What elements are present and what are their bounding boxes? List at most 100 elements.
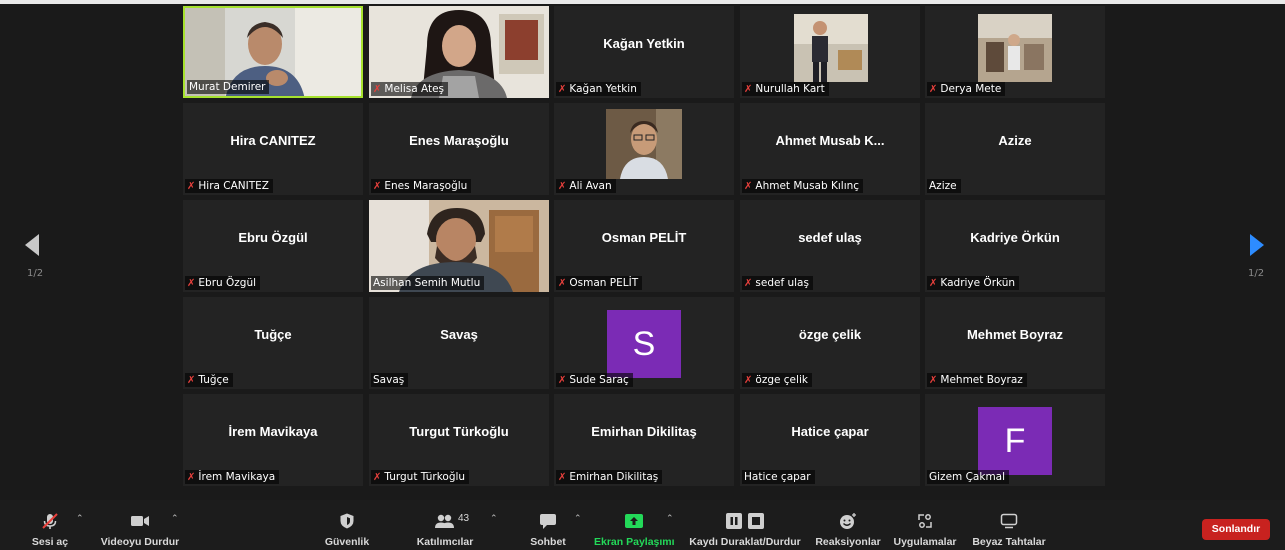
participant-tile[interactable]: Savaş Savaş xyxy=(369,297,549,389)
pause-stop-icon xyxy=(726,513,764,529)
smiley-icon xyxy=(840,513,856,529)
participant-label: Kağan Yetkin xyxy=(569,83,637,95)
participant-label: Azize xyxy=(929,180,957,192)
share-options-chevron-icon[interactable]: ⌃ xyxy=(666,514,674,524)
chat-label: Sohbet xyxy=(530,536,566,548)
end-meeting-button[interactable]: Sonlandır xyxy=(1202,519,1270,540)
muted-mic-icon: ✗ xyxy=(187,181,196,192)
chat-bubble-icon xyxy=(540,514,556,529)
muted-mic-icon: ✗ xyxy=(558,181,567,192)
reactions-label: Reaksiyonlar xyxy=(815,536,881,548)
participant-name: Kadriye Örkün xyxy=(970,230,1060,245)
participant-tile[interactable]: Azize Azize xyxy=(925,103,1105,195)
participant-label: Hatice çapar xyxy=(744,471,811,483)
participant-label: İrem Mavikaya xyxy=(198,471,276,483)
participant-tile[interactable]: Hira CANITEZ ✗ Hira CANITEZ xyxy=(183,103,363,195)
muted-mic-icon: ✗ xyxy=(373,472,382,483)
participant-tile[interactable]: Turgut Türkoğlu ✗ Turgut Türkoğlu xyxy=(369,394,549,486)
audio-options-chevron-icon[interactable]: ⌃ xyxy=(76,514,84,524)
participant-tile[interactable]: Mehmet Boyraz ✗ Mehmet Boyraz xyxy=(925,297,1105,389)
participant-tile[interactable]: özge çelik ✗ özge çelik xyxy=(740,297,920,389)
page-indicator-left: 1/2 xyxy=(27,268,44,279)
muted-mic-icon: ✗ xyxy=(558,278,567,289)
muted-mic-icon: ✗ xyxy=(187,472,196,483)
participant-name: Mehmet Boyraz xyxy=(966,327,1064,342)
participant-video xyxy=(606,109,682,179)
participant-label: Ali Avan xyxy=(569,180,612,192)
participant-tile[interactable]: ✗ Derya Mete xyxy=(925,6,1105,98)
whiteboards-button[interactable]: Beyaz Tahtalar xyxy=(968,500,1050,550)
participant-name: Hatice çapar xyxy=(791,424,869,439)
participant-name: Emirhan Dikilitaş xyxy=(591,424,697,439)
participant-tile[interactable]: Kadriye Örkün ✗ Kadriye Örkün xyxy=(925,200,1105,292)
apps-icon xyxy=(918,514,932,528)
participant-label: Emirhan Dikilitaş xyxy=(569,471,659,483)
reactions-button[interactable]: Reaksiyonlar xyxy=(814,500,882,550)
participants-icon xyxy=(435,514,454,528)
chat-options-chevron-icon[interactable]: ⌃ xyxy=(574,514,582,524)
previous-page-arrow-icon[interactable] xyxy=(25,234,39,256)
participant-label: özge çelik xyxy=(755,374,808,386)
muted-mic-icon: ✗ xyxy=(744,278,753,289)
participant-tile[interactable]: Hatice çapar Hatice çapar xyxy=(740,394,920,486)
shield-icon xyxy=(340,513,354,529)
participant-video xyxy=(794,14,868,82)
participant-name: Hira CANITEZ xyxy=(230,133,316,148)
participant-tile[interactable]: ✗ Melisa Ateş xyxy=(369,6,549,98)
participant-tile[interactable]: Emirhan Dikilitaş ✗ Emirhan Dikilitaş xyxy=(554,394,734,486)
muted-mic-icon: ✗ xyxy=(744,181,753,192)
record-label: Kaydı Duraklat/Durdur xyxy=(689,536,801,548)
unmute-label: Sesi aç xyxy=(31,536,69,548)
participant-tile[interactable]: ✗ Nurullah Kart xyxy=(740,6,920,98)
participant-name: sedef ulaş xyxy=(798,230,862,245)
muted-mic-icon: ✗ xyxy=(187,278,196,289)
share-screen-label: Ekran Paylaşımı xyxy=(594,536,675,548)
participant-tile[interactable]: İrem Mavikaya ✗ İrem Mavikaya xyxy=(183,394,363,486)
participant-avatar: S xyxy=(607,310,681,378)
participants-label: Katılımcılar xyxy=(416,536,474,548)
security-label: Güvenlik xyxy=(324,536,370,548)
whiteboard-icon xyxy=(1000,513,1018,529)
participant-label: Murat Demirer xyxy=(189,81,266,93)
participant-tile[interactable]: ✗ Ali Avan xyxy=(554,103,734,195)
participant-label: Gizem Çakmal xyxy=(929,471,1006,483)
video-options-chevron-icon[interactable]: ⌃ xyxy=(171,514,179,524)
participant-name: Tuğçe xyxy=(254,327,292,342)
participant-label: Savaş xyxy=(373,374,405,386)
apps-button[interactable]: Uygulamalar xyxy=(890,500,960,550)
participant-tile[interactable]: Ahmet Musab K... ✗ Ahmet Musab Kılınç xyxy=(740,103,920,195)
meeting-stage: 1/2 1/2 Murat Demirer ✗ Melisa Ateş Kağa… xyxy=(0,0,1285,500)
participant-tile[interactable]: Kağan Yetkin ✗ Kağan Yetkin xyxy=(554,6,734,98)
participant-tile[interactable]: F Gizem Çakmal xyxy=(925,394,1105,486)
participant-tile[interactable]: Osman PELİT ✗ Osman PELİT xyxy=(554,200,734,292)
participant-tile[interactable]: Enes Maraşoğlu ✗ Enes Maraşoğlu xyxy=(369,103,549,195)
participant-tile[interactable]: Tuğçe ✗ Tuğçe xyxy=(183,297,363,389)
participant-video xyxy=(978,14,1052,82)
participant-tile[interactable]: Asilhan Semih Mutlu xyxy=(369,200,549,292)
meeting-toolbar: Sesi aç ⌃ Videoyu Durdur ⌃ Güvenlik Katı… xyxy=(0,500,1285,550)
participant-name: Turgut Türkoğlu xyxy=(409,424,509,439)
unmute-button[interactable]: Sesi aç xyxy=(30,500,70,550)
chat-button[interactable]: Sohbet xyxy=(525,500,571,550)
security-button[interactable]: Güvenlik xyxy=(320,500,374,550)
participant-tile[interactable]: Ebru Özgül ✗ Ebru Özgül xyxy=(183,200,363,292)
participant-tile[interactable]: Murat Demirer xyxy=(183,6,363,98)
muted-mic-icon: ✗ xyxy=(929,375,938,386)
muted-mic-icon: ✗ xyxy=(744,375,753,386)
participant-tile[interactable]: sedef ulaş ✗ sedef ulaş xyxy=(740,200,920,292)
share-screen-button[interactable]: Ekran Paylaşımı xyxy=(594,500,675,550)
participant-name: Azize xyxy=(998,133,1032,148)
participant-avatar: F xyxy=(978,407,1052,475)
participant-tile[interactable]: S ✗ Sude Saraç xyxy=(554,297,734,389)
participants-options-chevron-icon[interactable]: ⌃ xyxy=(490,514,498,524)
muted-mic-icon: ✗ xyxy=(558,375,567,386)
participant-label: Tuğçe xyxy=(198,374,229,386)
participant-label: Kadriye Örkün xyxy=(940,277,1016,289)
participant-label: Ahmet Musab Kılınç xyxy=(755,180,860,192)
participant-name: Kağan Yetkin xyxy=(603,36,685,51)
next-page-arrow-icon[interactable] xyxy=(1250,234,1264,256)
participants-button[interactable]: Katılımcılar xyxy=(410,500,480,550)
participant-name: Enes Maraşoğlu xyxy=(409,133,509,148)
stop-video-button[interactable]: Videoyu Durdur xyxy=(95,500,185,550)
pause-stop-recording-button[interactable]: Kaydı Duraklat/Durdur xyxy=(686,500,804,550)
